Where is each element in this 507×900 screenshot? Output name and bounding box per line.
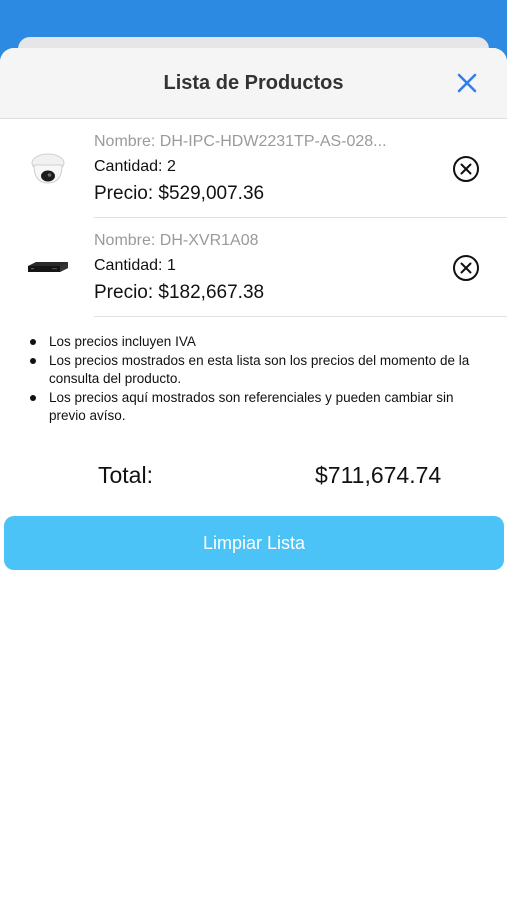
list-item: Nombre: DH-IPC-HDW2231TP-AS-028... Canti… [0,119,507,218]
product-quantity: Cantidad: 1 [94,257,176,274]
video-recorder-image [28,262,68,272]
remove-product-button[interactable] [452,155,480,183]
note-item: Los precios mostrados en esta lista son … [30,352,487,389]
note-item: Los precios aquí mostrados son referenci… [30,389,487,426]
product-list-sheet: Lista de Productos Nombre: DH-IPC-HDW223… [0,48,507,900]
product-name: Nombre: DH-IPC-HDW2231TP-AS-028... [94,133,387,150]
product-name: Nombre: DH-XVR1A08 [94,232,259,249]
price-notes: Los precios incluyen IVA Los precios mos… [0,333,507,426]
sheet-header: Lista de Productos [0,48,507,119]
remove-product-button[interactable] [452,254,480,282]
product-quantity: Cantidad: 2 [94,158,176,175]
product-price: Precio: $182,667.38 [94,282,265,303]
row-divider [94,316,507,317]
remove-circle-icon [453,255,479,281]
remove-circle-icon [453,156,479,182]
total-label: Total: [98,462,153,488]
dome-camera-image [31,153,65,184]
total-row: Total: $711,674.74 [0,462,507,492]
product-price: Precio: $529,007.36 [94,183,265,204]
close-icon [457,73,477,93]
total-value: $711,674.74 [315,462,442,488]
list-item: Nombre: DH-XVR1A08 Cantidad: 1 Precio: $… [0,218,507,317]
note-item: Los precios incluyen IVA [30,333,487,352]
product-list: Nombre: DH-IPC-HDW2231TP-AS-028... Canti… [0,119,507,317]
page-title: Lista de Productos [163,72,344,94]
close-button[interactable] [455,71,479,95]
clear-list-button[interactable]: Limpiar Lista [4,516,504,570]
